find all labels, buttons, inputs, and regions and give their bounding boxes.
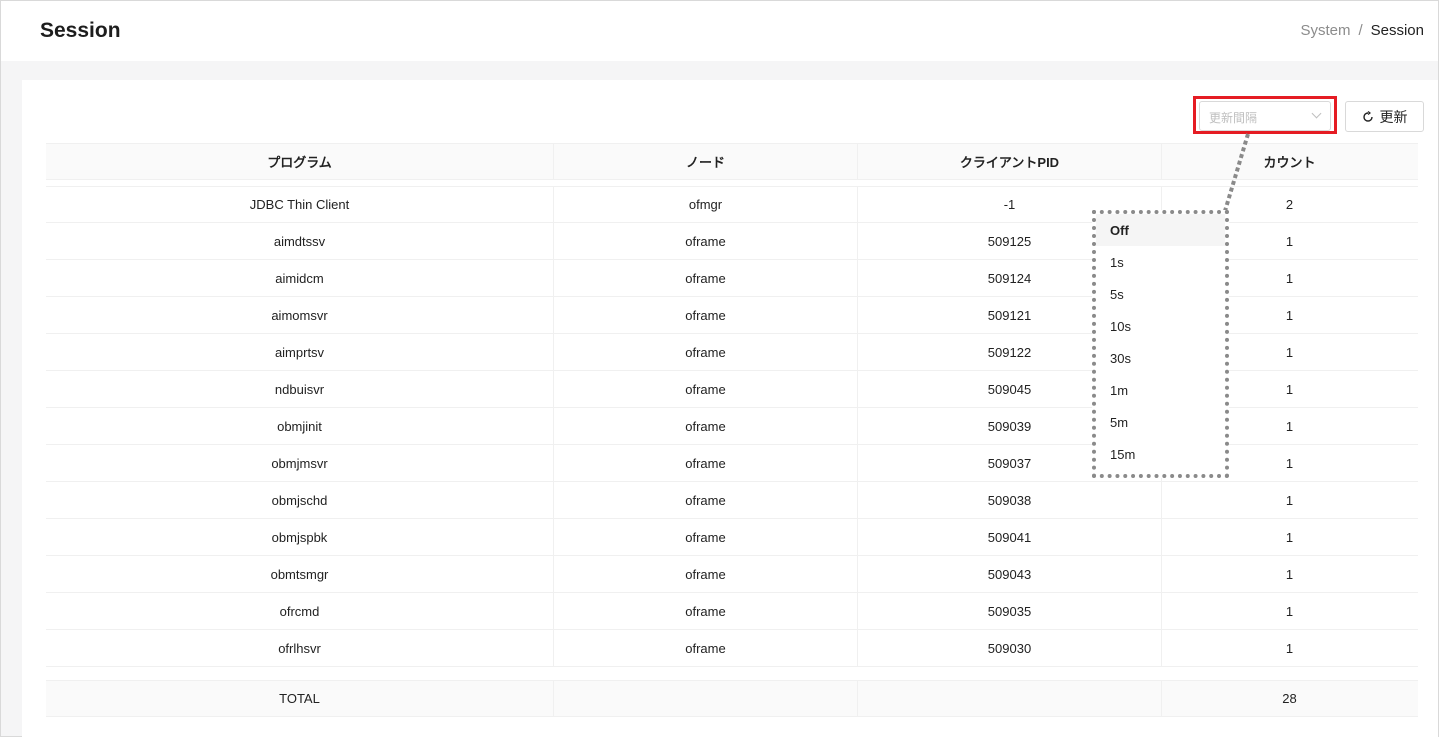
- interval-option-5m[interactable]: 5m: [1096, 406, 1225, 438]
- cell-node: oframe: [554, 482, 858, 518]
- refresh-interval-dropdown: Off 1s 5s 10s 30s 1m 5m 15m: [1092, 210, 1229, 478]
- cell-count: 1: [1285, 492, 1294, 508]
- cell-program: obmjspbk: [46, 519, 554, 555]
- cell-node: oframe: [554, 223, 858, 259]
- cell-program: aimprtsv: [46, 334, 554, 370]
- cell-program: ofrlhsvr: [46, 630, 554, 666]
- cell-count: 1: [1285, 529, 1294, 545]
- cell-node: oframe: [554, 408, 858, 444]
- column-header-program[interactable]: プログラム: [46, 144, 554, 179]
- footer-total-label: TOTAL: [46, 681, 554, 716]
- cell-program: aimdtssv: [46, 223, 554, 259]
- cell-program: obmjmsvr: [46, 445, 554, 481]
- cell-count: 1: [1285, 603, 1294, 619]
- cell-node: oframe: [554, 297, 858, 333]
- cell-program: aimomsvr: [46, 297, 554, 333]
- table-row[interactable]: ofrlhsvr oframe 509030 1: [46, 630, 1418, 667]
- cell-count: 1: [1285, 640, 1294, 656]
- refresh-label: 更新: [1379, 108, 1408, 125]
- cell-client-pid: 509038: [858, 482, 1162, 518]
- table-row[interactable]: obmjschd oframe 509038 1: [46, 482, 1418, 519]
- highlight-box: [1193, 96, 1337, 134]
- cell-program: obmtsmgr: [46, 556, 554, 592]
- cell-client-pid: 509030: [858, 630, 1162, 666]
- interval-option-30s[interactable]: 30s: [1096, 342, 1225, 374]
- cell-program: JDBC Thin Client: [46, 186, 554, 222]
- interval-option-1s[interactable]: 1s: [1096, 246, 1225, 278]
- cell-program: aimidcm: [46, 260, 554, 296]
- table-row[interactable]: obmjspbk oframe 509041 1: [46, 519, 1418, 556]
- cell-program: ndbuisvr: [46, 371, 554, 407]
- footer-cell: [554, 681, 858, 716]
- breadcrumb-separator: /: [1358, 22, 1363, 39]
- footer-cell: [858, 681, 1162, 716]
- interval-option-off[interactable]: Off: [1096, 214, 1225, 246]
- cell-count: 1: [1285, 566, 1294, 582]
- cell-client-pid: 509035: [858, 593, 1162, 629]
- cell-node: ofmgr: [554, 186, 858, 222]
- cell-program: obmjinit: [46, 408, 554, 444]
- breadcrumb-system[interactable]: System: [1300, 22, 1350, 39]
- cell-node: oframe: [554, 334, 858, 370]
- table-header: プログラム ノード クライアントPID カウント: [46, 143, 1418, 180]
- column-header-count[interactable]: カウント: [1162, 144, 1417, 179]
- column-header-client-pid[interactable]: クライアントPID: [858, 144, 1162, 179]
- cell-client-pid: 509041: [858, 519, 1162, 555]
- interval-option-5s[interactable]: 5s: [1096, 278, 1225, 310]
- refresh-icon: [1362, 110, 1374, 123]
- cell-node: oframe: [554, 260, 858, 296]
- interval-option-1m[interactable]: 1m: [1096, 374, 1225, 406]
- table-footer: TOTAL 28: [46, 680, 1418, 717]
- cell-program: ofrcmd: [46, 593, 554, 629]
- cell-node: oframe: [554, 593, 858, 629]
- page-header: Session System / Session: [1, 1, 1438, 61]
- table-row[interactable]: ofrcmd oframe 509035 1: [46, 593, 1418, 630]
- refresh-button[interactable]: 更新: [1345, 101, 1424, 132]
- breadcrumb: System / Session: [1300, 22, 1424, 39]
- cell-program: obmjschd: [46, 482, 554, 518]
- interval-option-10s[interactable]: 10s: [1096, 310, 1225, 342]
- cell-node: oframe: [554, 445, 858, 481]
- column-header-node[interactable]: ノード: [554, 144, 858, 179]
- interval-option-15m[interactable]: 15m: [1096, 438, 1225, 470]
- page-title: Session: [40, 19, 121, 42]
- table-row[interactable]: obmtsmgr oframe 509043 1: [46, 556, 1418, 593]
- cell-node: oframe: [554, 519, 858, 555]
- footer-total-count: 28: [1282, 691, 1297, 706]
- breadcrumb-session: Session: [1370, 22, 1424, 39]
- cell-node: oframe: [554, 630, 858, 666]
- cell-node: oframe: [554, 556, 858, 592]
- cell-node: oframe: [554, 371, 858, 407]
- cell-client-pid: 509043: [858, 556, 1162, 592]
